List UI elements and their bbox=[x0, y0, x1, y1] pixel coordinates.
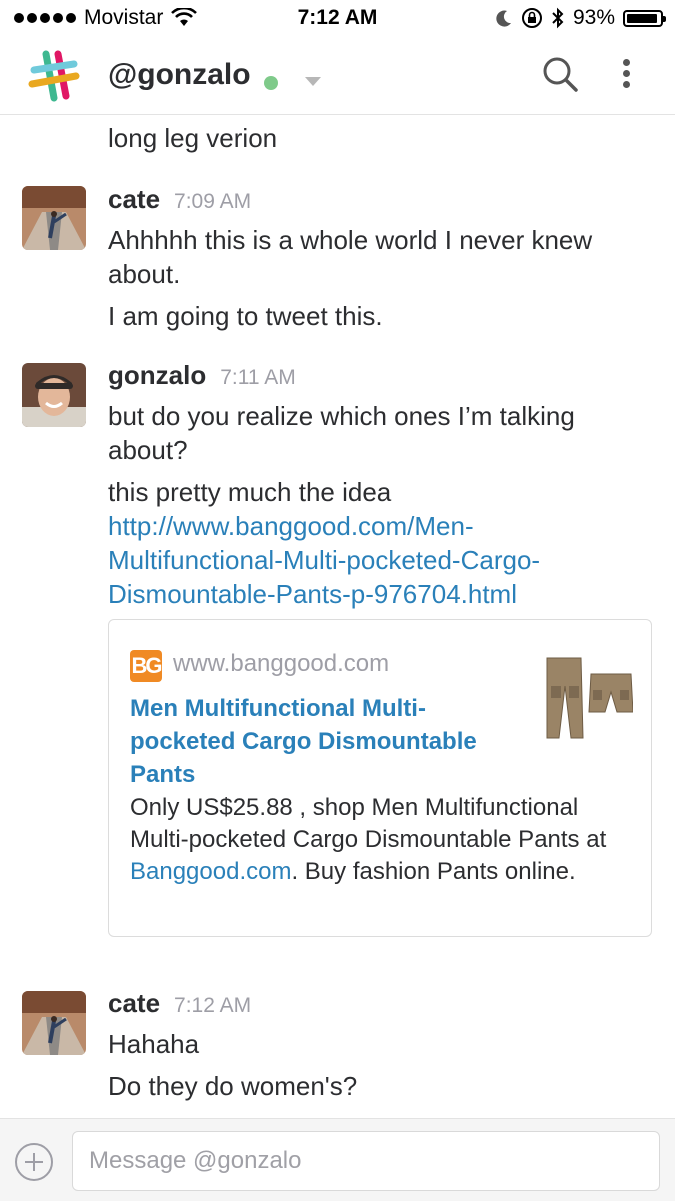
avatar[interactable] bbox=[22, 363, 86, 427]
message-text: Hahaha bbox=[108, 1029, 200, 1059]
slack-logo-icon[interactable] bbox=[28, 50, 80, 102]
presence-indicator bbox=[264, 76, 278, 90]
link-preview-card[interactable]: BG www.banggood.com Men Multifunctional … bbox=[108, 619, 652, 937]
status-icons: 93% bbox=[495, 6, 666, 30]
message-header: gonzalo 7:11 AM bbox=[108, 360, 296, 391]
timestamp[interactable]: 7:12 AM bbox=[174, 994, 251, 1017]
message-header: cate 7:09 AM bbox=[108, 184, 251, 215]
cate-avatar-image bbox=[22, 991, 86, 1055]
preview-domain: www.banggood.com bbox=[173, 650, 390, 677]
message-text: but do you realize which ones I’m talkin… bbox=[108, 401, 575, 465]
gonzalo-avatar-image bbox=[22, 363, 86, 427]
channel-title[interactable]: @gonzalo bbox=[108, 58, 251, 92]
preview-title[interactable]: Men Multifunctional Multi-pocketed Cargo… bbox=[130, 692, 510, 791]
message-header: cate 7:12 AM bbox=[108, 988, 251, 1019]
message-link[interactable]: http://www.banggood.com/Men-Multifunctio… bbox=[108, 511, 540, 609]
battery-percent: 93% bbox=[572, 6, 615, 29]
moon-icon bbox=[496, 10, 511, 27]
rotation-lock-icon bbox=[521, 8, 542, 28]
message-input[interactable] bbox=[72, 1131, 660, 1191]
battery-level bbox=[627, 13, 657, 23]
banggood-icon: BG bbox=[130, 650, 163, 682]
more-options-icon[interactable] bbox=[614, 56, 638, 96]
cate-avatar-image bbox=[22, 186, 86, 250]
message-text: this pretty much the idea http://www.ban… bbox=[108, 475, 628, 611]
message-text-prefix: this pretty much the idea bbox=[108, 477, 392, 507]
sender-name[interactable]: cate bbox=[108, 184, 160, 214]
avatar[interactable] bbox=[22, 991, 86, 1055]
pants-thumbnail-image[interactable] bbox=[543, 656, 633, 740]
timestamp[interactable]: 7:11 AM bbox=[220, 366, 296, 389]
message-text: long leg verion bbox=[108, 123, 278, 153]
message-list[interactable]: long leg verion cate 7:09 AM Ahhhhh this … bbox=[0, 115, 675, 1118]
message-text: Do they do women's? bbox=[108, 1071, 358, 1101]
bluetooth-icon bbox=[552, 7, 564, 29]
preview-description-text-end: . Buy fashion Pants online. bbox=[291, 858, 576, 885]
preview-description: Only US$25.88 , shop Men Multifunctional… bbox=[130, 792, 640, 888]
channel-header: @gonzalo bbox=[0, 38, 675, 115]
sender-name[interactable]: gonzalo bbox=[108, 360, 206, 390]
message-text: Ahhhhh this is a whole world I never kne… bbox=[108, 225, 593, 289]
message-composer bbox=[0, 1118, 675, 1201]
chevron-down-icon[interactable] bbox=[305, 77, 321, 86]
timestamp[interactable]: 7:09 AM bbox=[174, 190, 251, 213]
add-attachment-button[interactable] bbox=[15, 1143, 53, 1181]
search-icon[interactable] bbox=[540, 54, 580, 94]
preview-description-text: Only US$25.88 , shop Men Multifunctional… bbox=[130, 794, 607, 853]
avatar[interactable] bbox=[22, 186, 86, 250]
sender-name[interactable]: cate bbox=[108, 988, 160, 1018]
message-text: I am going to tweet this. bbox=[108, 301, 383, 331]
preview-description-link[interactable]: Banggood.com bbox=[130, 858, 291, 885]
status-bar: Movistar 7:12 AM 93% bbox=[0, 0, 675, 38]
battery-icon bbox=[623, 9, 666, 27]
